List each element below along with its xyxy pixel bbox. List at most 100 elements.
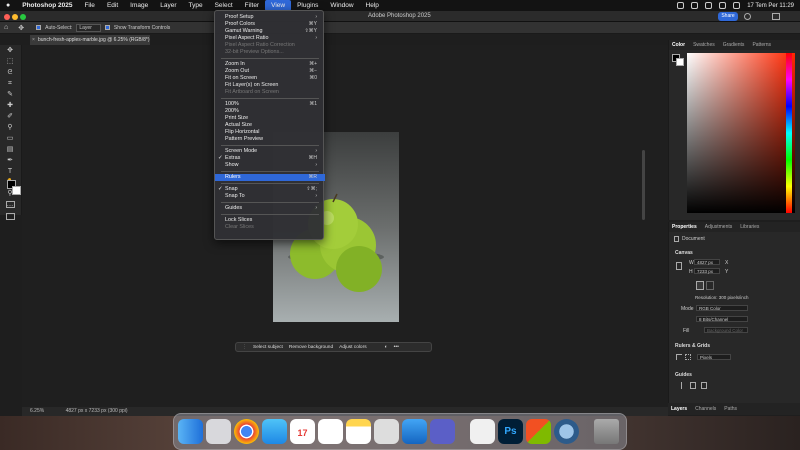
- search-icon[interactable]: [719, 2, 727, 9]
- lasso-tool-icon[interactable]: ᘓ: [5, 69, 15, 77]
- menu-edit[interactable]: Edit: [101, 0, 124, 11]
- view-menu-item-proof-colors[interactable]: Proof Colors ⌘Y: [215, 21, 325, 28]
- reminders-icon[interactable]: [318, 419, 343, 444]
- menu-app-name[interactable]: Photoshop 2025: [16, 0, 78, 11]
- eraser-tool-icon[interactable]: ▭: [5, 135, 15, 143]
- auto-select-checkbox[interactable]: [36, 25, 42, 30]
- rulers-grids-title[interactable]: Rulers & Grids: [675, 343, 710, 349]
- view-menu-item-100[interactable]: 100% ⌘1: [215, 101, 325, 108]
- contrast-icon[interactable]: ◐: [385, 344, 388, 350]
- canvas-section-title[interactable]: Canvas: [675, 250, 693, 256]
- menu-file[interactable]: File: [78, 0, 100, 11]
- share-button[interactable]: Share: [718, 12, 738, 21]
- background-color-swatch[interactable]: [12, 186, 21, 195]
- zoom-level[interactable]: 6.25%: [30, 408, 44, 414]
- canvas-scrollbar[interactable]: [642, 150, 645, 220]
- view-menu-item-snap[interactable]: Snap ✓ ⇧⌘;: [215, 186, 325, 193]
- quicktime-icon[interactable]: [554, 419, 579, 444]
- search-icon[interactable]: [744, 13, 751, 20]
- select-subject-button[interactable]: Select subject: [253, 345, 283, 350]
- drag-handle-icon[interactable]: ⋮: [242, 344, 247, 350]
- guides-layout-icon[interactable]: [690, 382, 696, 389]
- view-menu-item-gamut-warning[interactable]: Gamut Warning ⇧⌘Y: [215, 28, 325, 35]
- hue-slider[interactable]: [786, 53, 792, 213]
- view-menu-item-rulers[interactable]: Rulers ⌘R: [215, 174, 325, 181]
- view-menu-item-proof-setup[interactable]: Proof Setup ›: [215, 14, 325, 21]
- close-tab-icon[interactable]: ×: [32, 37, 35, 43]
- menu-image[interactable]: Image: [124, 0, 154, 11]
- move-tool-icon[interactable]: ✥: [5, 47, 15, 55]
- more-options-icon[interactable]: •••: [394, 344, 399, 350]
- type-tool-icon[interactable]: T: [5, 168, 15, 176]
- tab-paths[interactable]: Paths: [724, 406, 737, 412]
- teams-icon[interactable]: [430, 419, 455, 444]
- mode-dropdown[interactable]: RGB Color: [696, 305, 748, 311]
- mail-icon[interactable]: [262, 419, 287, 444]
- brush-tool-icon[interactable]: ✐: [5, 113, 15, 121]
- menu-type[interactable]: Type: [182, 0, 208, 11]
- tab-swatches[interactable]: Swatches: [693, 42, 715, 48]
- transform-controls-checkbox[interactable]: [104, 25, 110, 30]
- view-menu-item-print-size[interactable]: Print Size: [215, 115, 325, 122]
- tab-layers[interactable]: Layers: [671, 406, 687, 412]
- workspace-icon[interactable]: [772, 13, 780, 20]
- screen-mode-icon[interactable]: [6, 213, 15, 220]
- battery-icon[interactable]: [705, 2, 713, 9]
- cc-icon[interactable]: [677, 2, 685, 9]
- eyedropper-tool-icon[interactable]: ✎: [5, 91, 15, 99]
- tab-gradients[interactable]: Gradients: [723, 42, 745, 48]
- document-tab[interactable]: bunch-fresh-apples-marble.jpg @ 6.25% (R…: [30, 35, 150, 45]
- healing-brush-tool-icon[interactable]: ✚: [5, 102, 15, 110]
- view-menu-item-fit-layer-s-on-screen[interactable]: Fit Layer(s) on Screen: [215, 82, 325, 89]
- landscape-button[interactable]: [706, 281, 714, 290]
- finder-icon[interactable]: [178, 419, 203, 444]
- textedit-icon[interactable]: [470, 419, 495, 444]
- tab-adjustments[interactable]: Adjustments: [705, 224, 733, 230]
- gradient-tool-icon[interactable]: ▤: [5, 146, 15, 154]
- view-menu-item-flip-horizontal[interactable]: Flip Horizontal: [215, 129, 325, 136]
- view-menu-item-pattern-preview[interactable]: Pattern Preview: [215, 136, 325, 143]
- view-menu-item-lock-slices[interactable]: Lock Slices: [215, 217, 325, 224]
- color-field[interactable]: [687, 53, 795, 213]
- wifi-icon[interactable]: [691, 2, 699, 9]
- units-dropdown[interactable]: Pixels: [697, 354, 731, 360]
- adjust-colors-button[interactable]: Adjust colors: [339, 345, 366, 350]
- grid-icon[interactable]: [685, 354, 691, 360]
- control-center-icon[interactable]: [733, 2, 741, 9]
- menu-window[interactable]: Window: [324, 0, 359, 11]
- crop-tool-icon[interactable]: ⌗: [5, 80, 15, 88]
- home-icon[interactable]: ⌂: [4, 24, 8, 31]
- width-field[interactable]: 4827 px: [694, 259, 720, 265]
- view-menu-item-actual-size[interactable]: Actual Size: [215, 122, 325, 129]
- notes-icon[interactable]: [346, 419, 371, 444]
- close-window-icon[interactable]: [4, 14, 10, 20]
- view-menu-item-screen-mode[interactable]: Screen Mode ›: [215, 148, 325, 155]
- tab-patterns[interactable]: Patterns: [752, 42, 771, 48]
- tab-properties[interactable]: Properties: [672, 224, 697, 230]
- preview-icon[interactable]: [374, 419, 399, 444]
- photoshop-icon[interactable]: Ps: [498, 419, 523, 444]
- panel-bg-swatch[interactable]: [676, 58, 684, 66]
- app-store-icon[interactable]: [402, 419, 427, 444]
- chrome-icon[interactable]: [234, 419, 259, 444]
- depth-dropdown[interactable]: 8 Bits/Channel: [696, 316, 748, 322]
- quick-mask-icon[interactable]: [6, 201, 15, 208]
- tab-libraries[interactable]: Libraries: [740, 224, 759, 230]
- clone-stamp-tool-icon[interactable]: ⚲: [5, 124, 15, 132]
- menu-layer[interactable]: Layer: [154, 0, 182, 11]
- view-menu-item-snap-to[interactable]: Snap To ›: [215, 193, 325, 200]
- move-tool-icon[interactable]: ✥: [18, 24, 24, 32]
- trash-icon[interactable]: [594, 419, 619, 444]
- microsoft-office-icon[interactable]: [526, 419, 551, 444]
- view-menu-item-show[interactable]: Show ›: [215, 162, 325, 169]
- apple-icon[interactable]: ●: [0, 0, 16, 11]
- minimize-window-icon[interactable]: [12, 14, 18, 20]
- maximize-window-icon[interactable]: [20, 14, 26, 20]
- launchpad-icon[interactable]: [206, 419, 231, 444]
- view-menu-item-pixel-aspect-ratio[interactable]: Pixel Aspect Ratio ›: [215, 35, 325, 42]
- pen-tool-icon[interactable]: ✒: [5, 157, 15, 165]
- guides-icon[interactable]: [676, 382, 682, 389]
- view-menu-item-extras[interactable]: Extras ✓ ⌘H: [215, 155, 325, 162]
- portrait-button[interactable]: [696, 281, 704, 290]
- orientation-icon[interactable]: [676, 262, 682, 270]
